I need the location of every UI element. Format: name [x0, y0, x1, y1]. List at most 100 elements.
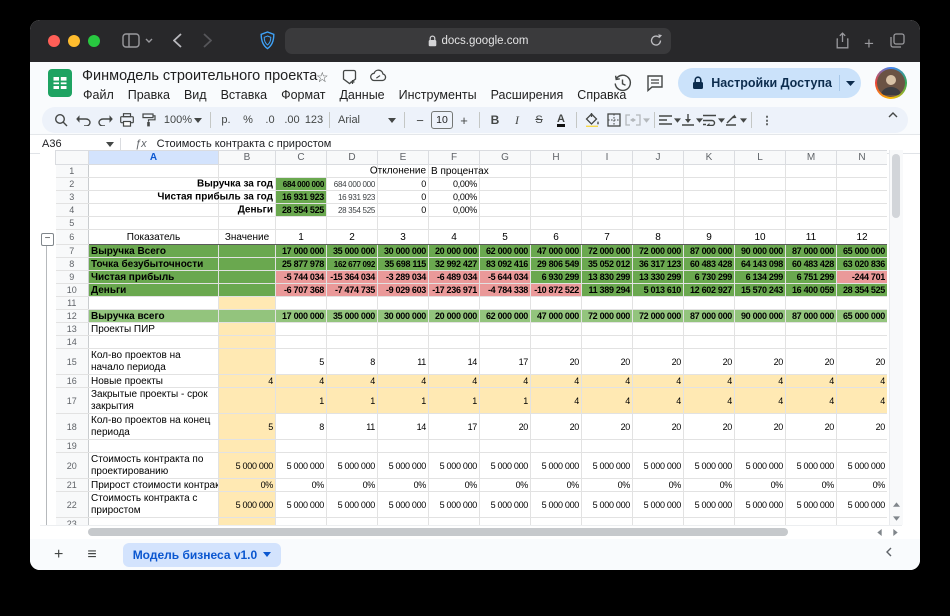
cell-L10[interactable]: 15 570 243	[735, 284, 786, 297]
cell-J1[interactable]	[633, 165, 684, 178]
cell-K21[interactable]: 0%	[684, 479, 735, 492]
cell-D14[interactable]	[327, 336, 378, 349]
cell-M4[interactable]	[786, 204, 837, 217]
cell-C6[interactable]: 1	[276, 230, 327, 245]
cell-N2[interactable]	[837, 178, 888, 191]
cell-H9[interactable]: 6 930 299	[531, 271, 582, 284]
cell-I10[interactable]: 11 389 294	[582, 284, 633, 297]
cell-H6[interactable]: 6	[531, 230, 582, 245]
cell-J7[interactable]: 72 000 000	[633, 245, 684, 258]
cell-N16[interactable]: 4	[837, 375, 888, 388]
cell-K23[interactable]	[684, 518, 735, 526]
document-title[interactable]: Финмодель строительного проекта	[82, 68, 317, 84]
col-header-H[interactable]: H	[531, 151, 582, 165]
cell-N17[interactable]: 4	[837, 388, 888, 414]
cell-F18[interactable]: 17	[429, 414, 480, 440]
row-header-20[interactable]: 20	[56, 453, 89, 479]
cell-N9[interactable]: -244 701	[837, 271, 888, 284]
cell-J18[interactable]: 20	[633, 414, 684, 440]
cell-C8[interactable]: 25 877 978	[276, 258, 327, 271]
version-history-button[interactable]	[613, 74, 632, 93]
cell-L11[interactable]	[735, 297, 786, 310]
row-header-1[interactable]: 1	[56, 165, 89, 178]
collapse-tabbar-button[interactable]	[886, 547, 892, 557]
cell-I13[interactable]	[582, 323, 633, 336]
cell-H14[interactable]	[531, 336, 582, 349]
font-select[interactable]: Arial	[334, 109, 400, 131]
cell-K9[interactable]: 6 730 299	[684, 271, 735, 284]
row-header-21[interactable]: 21	[56, 479, 89, 492]
cell-F6[interactable]: 4	[429, 230, 480, 245]
cell-G10[interactable]: -4 784 338	[480, 284, 531, 297]
cell-H13[interactable]	[531, 323, 582, 336]
cell-B1[interactable]	[219, 165, 276, 178]
cell-G4[interactable]	[480, 204, 531, 217]
cell-C2[interactable]: 684 000 000	[276, 178, 327, 191]
cell-B8[interactable]	[219, 258, 276, 271]
col-header-A[interactable]: A	[89, 151, 219, 165]
cell-J21[interactable]: 0%	[633, 479, 684, 492]
cell-M10[interactable]: 16 400 059	[786, 284, 837, 297]
cell-L18[interactable]: 20	[735, 414, 786, 440]
col-header-K[interactable]: K	[684, 151, 735, 165]
cell-M1[interactable]	[786, 165, 837, 178]
cell-C16[interactable]: 4	[276, 375, 327, 388]
cell-D21[interactable]: 0%	[327, 479, 378, 492]
cell-H19[interactable]	[531, 440, 582, 453]
cell-A4[interactable]	[89, 204, 219, 217]
cell-D20[interactable]: 5 000 000	[327, 453, 378, 479]
cell-I4[interactable]	[582, 204, 633, 217]
cell-M19[interactable]	[786, 440, 837, 453]
cell-F19[interactable]	[429, 440, 480, 453]
cell-J8[interactable]: 36 317 123	[633, 258, 684, 271]
cell-B12[interactable]	[219, 310, 276, 323]
cell-H8[interactable]: 29 806 549	[531, 258, 582, 271]
sheet-tab-active[interactable]: Модель бизнеса v1.0	[123, 543, 282, 567]
undo-button[interactable]	[72, 109, 94, 131]
cell-H3[interactable]	[531, 191, 582, 204]
cell-C17[interactable]: 1	[276, 388, 327, 414]
menu-item-7[interactable]: Инструменты	[392, 87, 484, 103]
cell-K14[interactable]	[684, 336, 735, 349]
cell-A16[interactable]: Новые проекты	[89, 375, 219, 388]
cell-C18[interactable]: 8	[276, 414, 327, 440]
cell-B22[interactable]: 5 000 000	[219, 492, 276, 518]
cell-G18[interactable]: 20	[480, 414, 531, 440]
cell-D10[interactable]: -7 474 735	[327, 284, 378, 297]
cell-I14[interactable]	[582, 336, 633, 349]
cell-D23[interactable]	[327, 518, 378, 526]
cell-G15[interactable]: 17	[480, 349, 531, 375]
cell-E19[interactable]	[378, 440, 429, 453]
cell-E4[interactable]: 0	[378, 204, 429, 217]
cell-J2[interactable]	[633, 178, 684, 191]
cell-K7[interactable]: 87 000 000	[684, 245, 735, 258]
cell-D22[interactable]: 5 000 000	[327, 492, 378, 518]
cell-L17[interactable]: 4	[735, 388, 786, 414]
increase-decimals-button[interactable]: .00	[281, 109, 303, 131]
label-button[interactable]	[342, 69, 357, 85]
cell-I5[interactable]	[582, 217, 633, 230]
cell-D16[interactable]: 4	[327, 375, 378, 388]
menu-item-5[interactable]: Формат	[274, 87, 332, 103]
row-header-19[interactable]: 19	[56, 440, 89, 453]
cell-K11[interactable]	[684, 297, 735, 310]
cell-L1[interactable]	[735, 165, 786, 178]
cell-L16[interactable]: 4	[735, 375, 786, 388]
sheets-logo[interactable]	[47, 67, 73, 99]
cell-L2[interactable]	[735, 178, 786, 191]
cell-K3[interactable]	[684, 191, 735, 204]
cell-J5[interactable]	[633, 217, 684, 230]
cell-M5[interactable]	[786, 217, 837, 230]
collapse-group-button[interactable]: −	[41, 233, 54, 246]
cell-B11[interactable]	[219, 297, 276, 310]
cell-N12[interactable]: 65 000 000	[837, 310, 888, 323]
bold-button[interactable]: B	[484, 109, 506, 131]
row-header-4[interactable]: 4	[56, 204, 89, 217]
cell-K19[interactable]	[684, 440, 735, 453]
cell-J13[interactable]	[633, 323, 684, 336]
cell-E9[interactable]: -3 289 034	[378, 271, 429, 284]
row-header-16[interactable]: 16	[56, 375, 89, 388]
cell-I3[interactable]	[582, 191, 633, 204]
cell-M22[interactable]: 5 000 000	[786, 492, 837, 518]
cell-D19[interactable]	[327, 440, 378, 453]
